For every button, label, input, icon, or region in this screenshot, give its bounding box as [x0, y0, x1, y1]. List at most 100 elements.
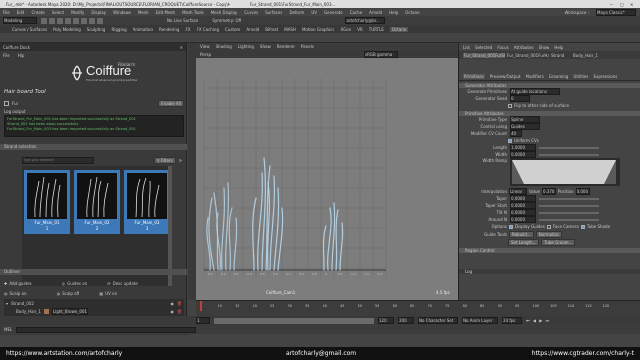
close-button[interactable]: ✕ [630, 2, 640, 7]
shelf-tab-poly[interactable]: Poly Modeling [53, 27, 81, 32]
face-camera-checkbox[interactable] [546, 224, 551, 229]
range-start-field[interactable]: 1 [196, 317, 210, 324]
footer-left[interactable]: https://www.artstation.com/artofcharly [6, 350, 206, 357]
shelf-tab-arnold[interactable]: Arnold [246, 27, 259, 32]
shelf-tab-rigging[interactable]: Rigging [111, 27, 126, 32]
anim-layer-select[interactable]: No Anim Layer [462, 317, 498, 324]
tilt-field[interactable]: 0.0000 [510, 209, 536, 216]
ae-subtab-expressions[interactable]: Expressions [593, 74, 617, 79]
delete-icon[interactable]: 🗑 [177, 301, 182, 306]
normalize-button[interactable]: Normalize [535, 230, 562, 238]
control-using-select[interactable]: Guides [510, 123, 540, 130]
tube-groom-button[interactable]: Tube Groom... [541, 238, 576, 246]
search-input[interactable] [22, 156, 94, 164]
timeline[interactable]: 5101520253035404550556065707580859095100… [196, 300, 640, 316]
interpolation-select[interactable]: Linear [509, 188, 527, 195]
width-slider[interactable] [539, 153, 599, 156]
vp-menu-view[interactable]: View [200, 44, 210, 49]
taper-slider[interactable] [539, 197, 599, 200]
shelf-tab-octane[interactable]: Octane [389, 26, 409, 32]
ae-tab[interactable]: Strand [551, 53, 571, 58]
ae-menu-show[interactable]: Show [539, 45, 550, 50]
window-tab[interactable]: Fur_Strand_001\FurStrand_Fur_Main_003... [250, 2, 360, 7]
cv-count-field[interactable]: 40 [510, 130, 522, 137]
range-end-field[interactable]: 120 [378, 317, 394, 324]
menu-octane[interactable]: Octane [405, 10, 419, 15]
max-field[interactable]: 200 [398, 317, 414, 324]
ae-subtab-preview[interactable]: Preview/Output [490, 74, 521, 79]
region-section[interactable]: Region Control [459, 248, 640, 253]
shelf-tab-motion[interactable]: Motion Graphics [302, 27, 335, 32]
menu-edit-mesh[interactable]: Edit Mesh [156, 10, 176, 15]
fps-select[interactable]: 24 fps [502, 317, 522, 324]
menu-generate[interactable]: Generate [324, 10, 343, 15]
character-set-select[interactable]: No Character Set [418, 317, 458, 324]
material-name[interactable]: Light_Brown_001 [51, 307, 88, 315]
gamma-select[interactable]: sRGB gamma [364, 50, 398, 58]
symmetry-status[interactable]: Symmetry: Off [212, 18, 241, 23]
menu-mesh-tools[interactable]: Mesh Tools [182, 10, 204, 15]
taper-start-field[interactable]: 0.0000 [510, 202, 536, 209]
shelf-tab-sculpting[interactable]: Sculpting [87, 27, 106, 32]
expand-icon[interactable]: ▾ [6, 301, 8, 306]
ae-menu-help[interactable]: Help [554, 45, 563, 50]
visibility-icon[interactable]: ◉ [170, 309, 174, 314]
generate-primitives-select[interactable]: At guide locations [510, 88, 560, 95]
playback-controls[interactable]: ⏮ ◀ ▶ ⏭ [526, 318, 550, 323]
ramp-value-field[interactable]: 0.370 [541, 188, 556, 195]
tilt-slider[interactable] [539, 211, 599, 214]
ae-tab[interactable]: Body_Hair_1 [573, 53, 607, 58]
primitive-type-select[interactable]: Spline [510, 116, 540, 123]
ae-subtab-modifiers[interactable]: Modifiers [526, 74, 544, 79]
ae-subtab-primitives[interactable]: Primitives [463, 74, 485, 79]
shelf-tab-curves[interactable]: Curves / Surfaces [12, 27, 47, 32]
menu-mesh[interactable]: Mesh [138, 10, 149, 15]
outliner-header[interactable]: Outliner [0, 269, 187, 275]
menu-surfaces[interactable]: Surfaces [265, 10, 282, 15]
uniform-cvs-checkbox[interactable] [508, 138, 512, 143]
menu-create[interactable]: Create [31, 10, 44, 15]
footer-mid[interactable]: artofcharly@gmail.com [286, 350, 356, 357]
rebuild-button[interactable]: Rebuild... [509, 230, 534, 238]
scalp-on-button[interactable]: ◍ Scalp on [4, 291, 27, 296]
shelf-tab-fx-caching[interactable]: FX Caching [197, 27, 219, 32]
menu-help[interactable]: Help [389, 10, 398, 15]
vp-menu-shading[interactable]: Shading [216, 44, 232, 49]
ae-menu-selected[interactable]: Selected [475, 45, 492, 50]
ae-menu-list[interactable]: List [463, 45, 470, 50]
flip-checkbox[interactable] [508, 103, 512, 108]
refresh-icon[interactable]: ⟳ [179, 158, 182, 163]
delete-icon[interactable]: 🗑 [177, 309, 182, 314]
length-slider[interactable] [539, 146, 599, 149]
range-slider[interactable] [214, 317, 374, 324]
thumb-card[interactable]: Fur_Main_03 3 [124, 170, 170, 234]
generator-seed-field[interactable]: 0 [510, 95, 530, 102]
ae-subtab-grooming[interactable]: Grooming [549, 74, 569, 79]
shelf-tab-bifrost[interactable]: Bifrost [265, 27, 278, 32]
menu-mesh-display[interactable]: Mesh Display [211, 10, 238, 15]
menu-file[interactable]: File [3, 10, 10, 15]
minimize-button[interactable]: ─ [610, 2, 620, 7]
shelf-tab-vr[interactable]: VR [357, 27, 363, 32]
strand-selection-header[interactable]: Strand selection [0, 144, 187, 150]
thumb-card[interactable]: Fur_Main_02 2 [74, 170, 120, 234]
vp-menu-show[interactable]: Show [260, 44, 271, 49]
mode-select[interactable]: Modeling [3, 17, 37, 24]
ae-tab[interactable]: Fur_Strand_001FurShape [463, 52, 505, 58]
shelf-tab-turtle[interactable]: TURTLE [369, 27, 384, 32]
add-guides-button[interactable]: ✚ Add guides [4, 281, 32, 286]
ae-menu-focus[interactable]: Focus [497, 45, 508, 50]
taper-field[interactable]: 0.0000 [510, 195, 536, 202]
workspace-select[interactable]: Maya Classic* [596, 8, 636, 16]
menu-display[interactable]: Display [91, 10, 106, 15]
thumb-card[interactable]: Fur_Main_01 1 [24, 170, 70, 234]
width-ramp-graph[interactable] [510, 158, 620, 186]
tree-row[interactable]: ▾ Strand_002 ◉ 🗑 [4, 299, 184, 307]
ramp-position-field[interactable]: 0.000 [575, 188, 590, 195]
live-surface-status[interactable]: No Live Surface [167, 18, 198, 23]
dock-close-icon[interactable]: ✕ [180, 45, 183, 50]
menu-edit[interactable]: Edit [17, 10, 25, 15]
ae-subtab-utilities[interactable]: Utilities [573, 74, 588, 79]
command-input[interactable] [16, 326, 197, 333]
shelf-tab-mash[interactable]: MASH [284, 27, 296, 32]
